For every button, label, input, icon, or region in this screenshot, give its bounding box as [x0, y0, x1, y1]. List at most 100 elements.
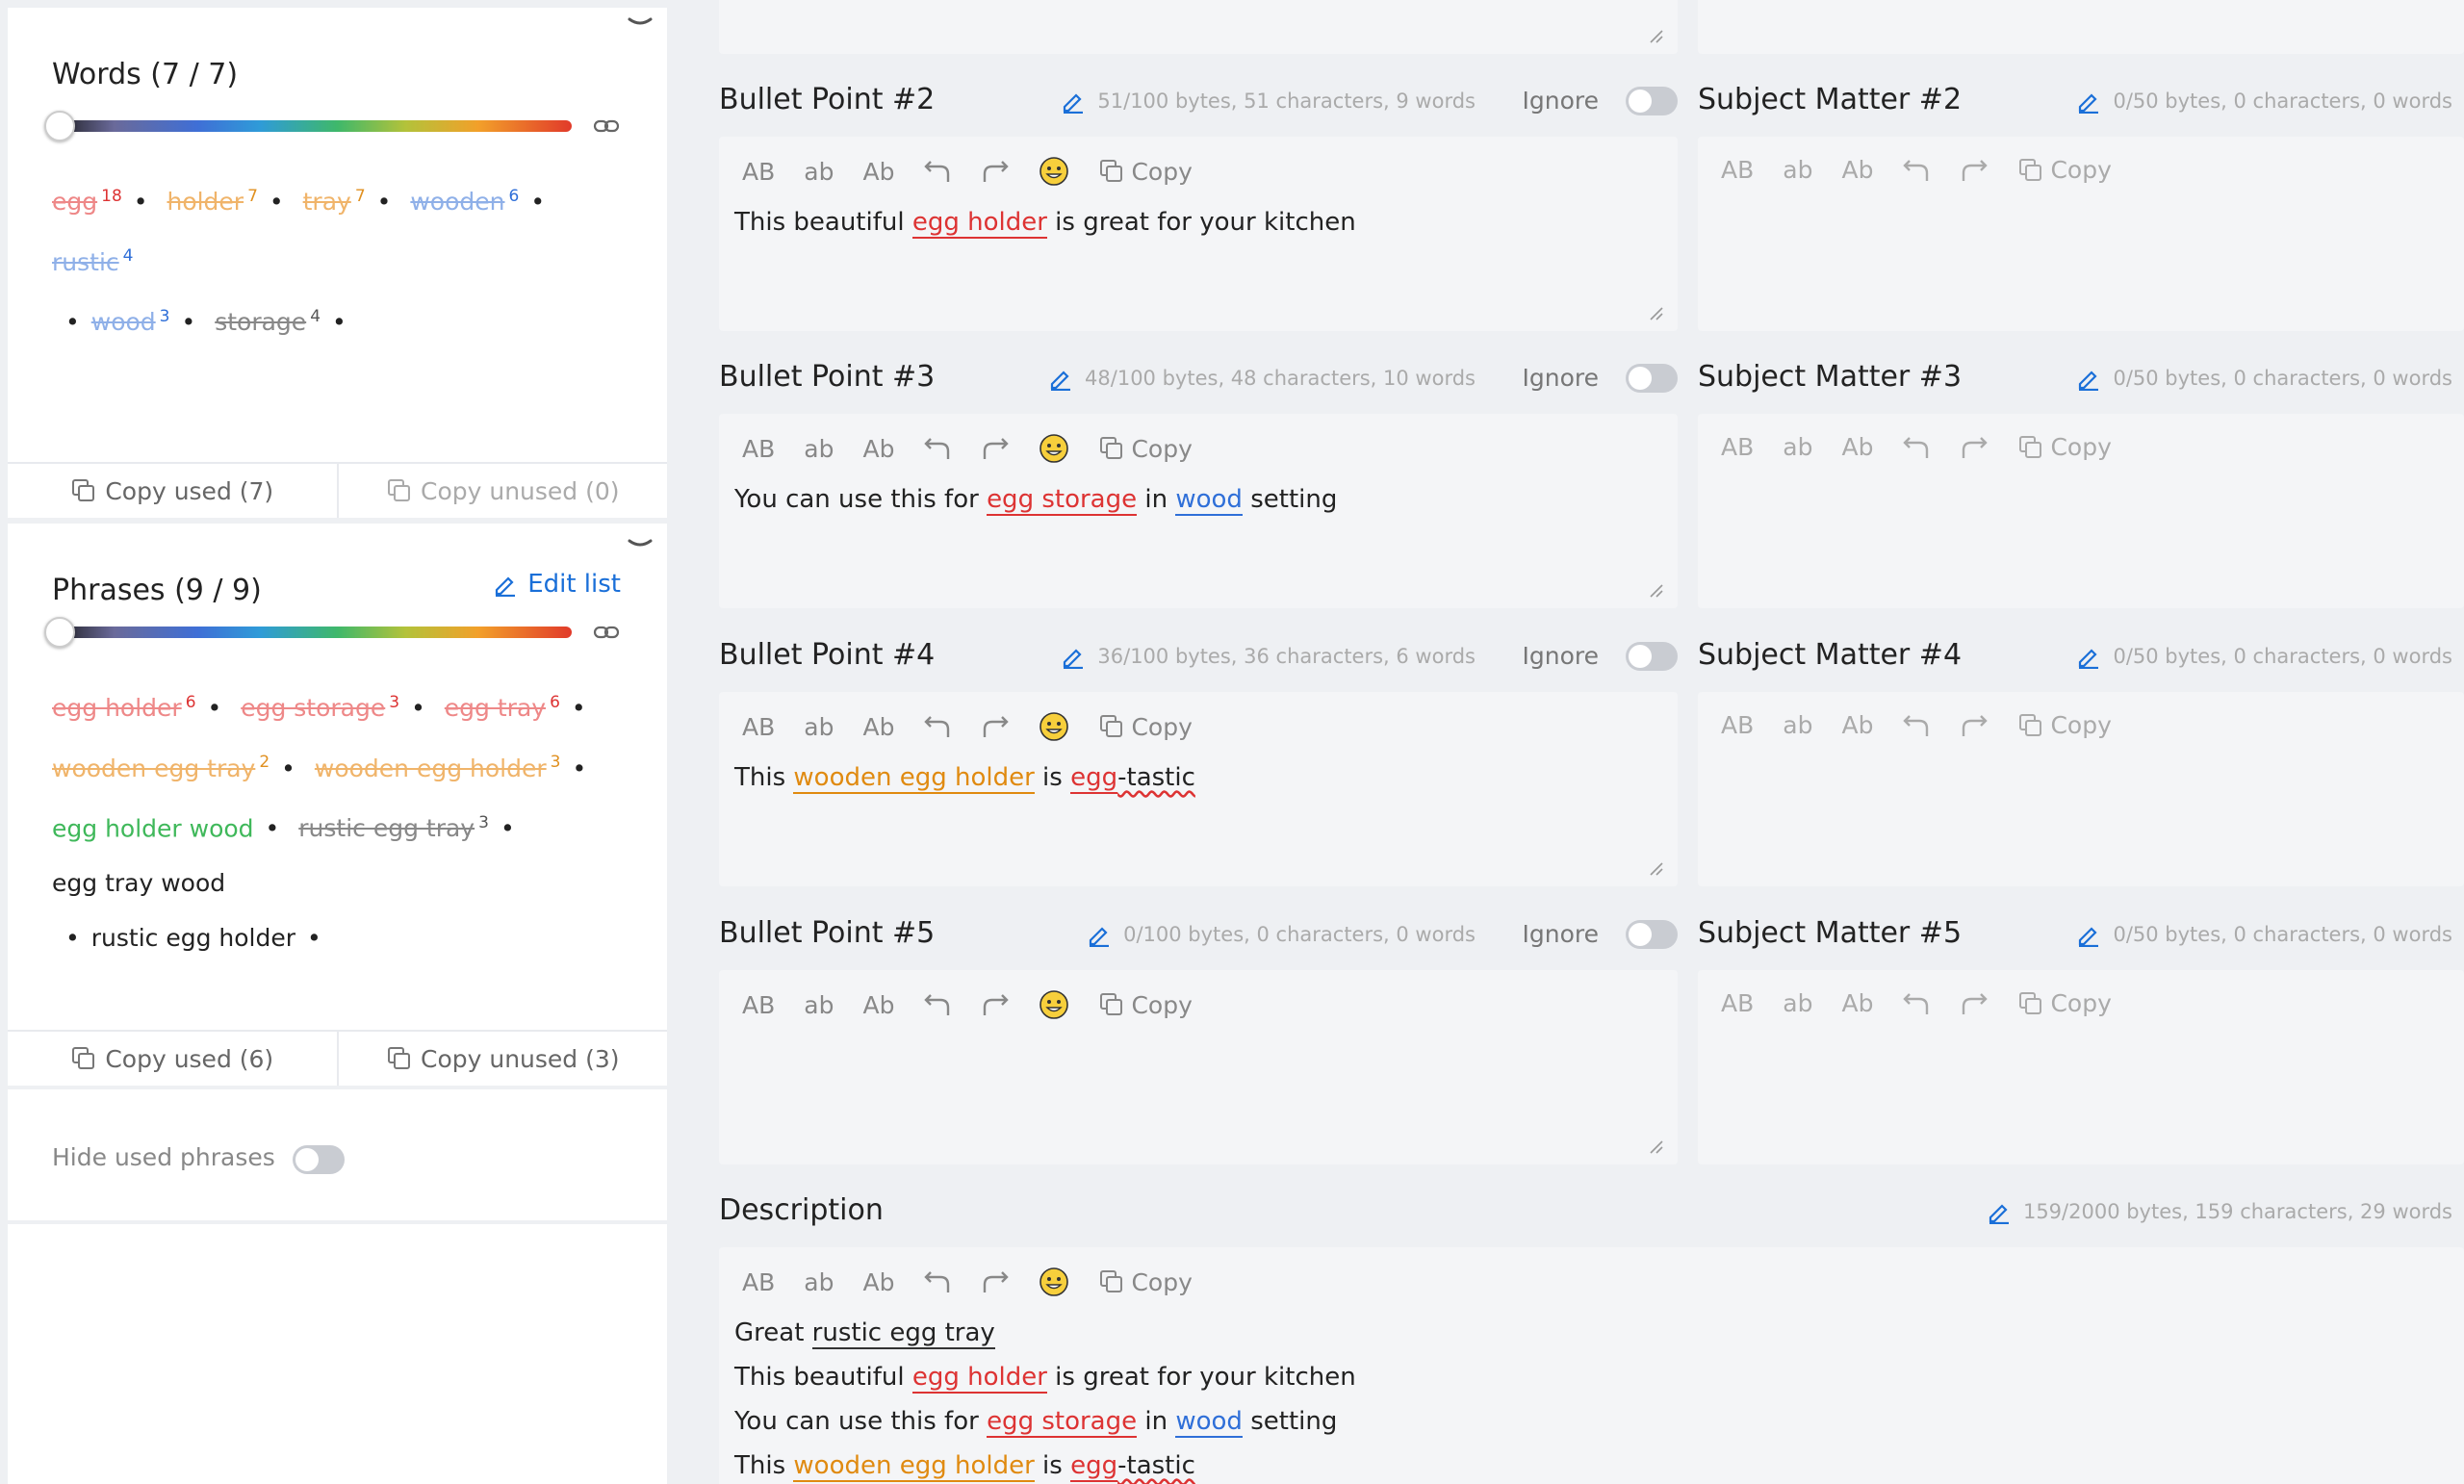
undo-icon[interactable]: [1902, 435, 1931, 460]
emoji-icon[interactable]: [1039, 989, 1069, 1020]
pencil-icon[interactable]: [1087, 922, 1112, 947]
undo-icon[interactable]: [923, 992, 952, 1017]
phrase-tag[interactable]: egg tray 6: [445, 693, 560, 722]
redo-icon[interactable]: [1960, 158, 1989, 183]
titlecase-button[interactable]: Ab: [1841, 433, 1873, 461]
copy-text-button[interactable]: Copy: [1098, 713, 1193, 741]
resize-handle-icon[interactable]: [1647, 581, 1664, 599]
titlecase-button[interactable]: Ab: [862, 435, 894, 463]
chevron-down-icon[interactable]: [627, 533, 654, 552]
undo-icon[interactable]: [1902, 991, 1931, 1016]
lowercase-button[interactable]: ab: [804, 435, 834, 463]
pencil-icon[interactable]: [1061, 89, 1086, 114]
undo-icon[interactable]: [923, 714, 952, 739]
undo-icon[interactable]: [923, 1269, 952, 1294]
word-tag[interactable]: wooden 6: [410, 187, 519, 216]
word-tag[interactable]: storage 4: [215, 307, 321, 336]
copy-text-button[interactable]: Copy: [2017, 433, 2112, 461]
redo-icon[interactable]: [1960, 991, 1989, 1016]
copy-text-button[interactable]: Copy: [1098, 991, 1193, 1019]
subject-matter-2-textarea[interactable]: AB ab Ab Copy: [1698, 137, 2464, 331]
copy-text-button[interactable]: Copy: [2017, 711, 2112, 739]
undo-icon[interactable]: [923, 436, 952, 461]
uppercase-button[interactable]: AB: [1721, 433, 1754, 461]
bullet-point-3-textarea[interactable]: AB ab Ab Copy You can use this for egg s…: [719, 414, 1678, 608]
emoji-icon[interactable]: [1039, 711, 1069, 742]
edit-list-button[interactable]: Edit list: [493, 570, 621, 599]
lowercase-button[interactable]: ab: [1783, 989, 1812, 1017]
pencil-icon[interactable]: [2076, 922, 2101, 947]
subject-matter-3-textarea[interactable]: AB ab Ab Copy: [1698, 414, 2464, 608]
bullet-point-4-textarea[interactable]: AB ab Ab Copy This wooden egg holder is …: [719, 692, 1678, 886]
word-tag[interactable]: egg 18: [52, 187, 122, 216]
uppercase-button[interactable]: AB: [742, 991, 775, 1019]
ignore-toggle[interactable]: [1626, 920, 1678, 949]
bullet-point-4-text[interactable]: This wooden egg holder is egg-tastic: [734, 755, 1195, 800]
copy-text-button[interactable]: Copy: [1098, 435, 1193, 463]
lowercase-button[interactable]: ab: [804, 1268, 834, 1296]
redo-icon[interactable]: [981, 992, 1010, 1017]
uppercase-button[interactable]: AB: [742, 158, 775, 186]
undo-icon[interactable]: [1902, 713, 1931, 738]
uppercase-button[interactable]: AB: [1721, 711, 1754, 739]
uppercase-button[interactable]: AB: [742, 1268, 775, 1296]
redo-icon[interactable]: [1960, 713, 1989, 738]
copy-text-button[interactable]: Copy: [1098, 158, 1193, 186]
pencil-icon[interactable]: [1061, 644, 1086, 669]
phrase-tag[interactable]: rustic egg holder: [91, 924, 295, 952]
words-frequency-slider[interactable]: [44, 111, 572, 141]
titlecase-button[interactable]: Ab: [1841, 711, 1873, 739]
phrase-tag[interactable]: egg holder 6: [52, 693, 196, 722]
copy-used-phrases-button[interactable]: Copy used (6): [8, 1032, 337, 1086]
phrase-tag[interactable]: egg holder wood: [52, 814, 254, 842]
titlecase-button[interactable]: Ab: [1841, 989, 1873, 1017]
resize-handle-icon[interactable]: [1647, 27, 1664, 44]
ignore-toggle[interactable]: [1626, 87, 1678, 115]
chevron-down-icon[interactable]: [627, 12, 654, 31]
word-tag[interactable]: tray 7: [303, 187, 366, 216]
phrase-tag[interactable]: egg tray wood: [52, 869, 225, 897]
resize-handle-icon[interactable]: [1647, 1138, 1664, 1155]
word-tag[interactable]: rustic 4: [52, 246, 133, 275]
emoji-icon[interactable]: [1039, 433, 1069, 464]
subject-matter-1-textarea[interactable]: [1698, 0, 2464, 54]
phrases-frequency-slider[interactable]: [44, 617, 572, 648]
undo-icon[interactable]: [923, 159, 952, 184]
hide-used-toggle[interactable]: [293, 1145, 345, 1174]
description-textarea[interactable]: AB ab Ab Copy Great rustic egg tray This…: [719, 1247, 2464, 1484]
subject-matter-4-textarea[interactable]: AB ab Ab Copy: [1698, 692, 2464, 886]
lowercase-button[interactable]: ab: [1783, 156, 1812, 184]
redo-icon[interactable]: [981, 436, 1010, 461]
word-tag[interactable]: holder 7: [167, 187, 257, 216]
resize-handle-icon[interactable]: [1647, 859, 1664, 877]
ignore-toggle[interactable]: [1626, 364, 1678, 393]
slider-handle[interactable]: [44, 111, 75, 141]
lowercase-button[interactable]: ab: [1783, 433, 1812, 461]
pencil-icon[interactable]: [2076, 644, 2101, 669]
redo-icon[interactable]: [981, 1269, 1010, 1294]
ignore-toggle[interactable]: [1626, 642, 1678, 671]
titlecase-button[interactable]: Ab: [862, 1268, 894, 1296]
phrase-tag[interactable]: rustic egg tray 3: [298, 813, 489, 842]
titlecase-button[interactable]: Ab: [862, 713, 894, 741]
titlecase-button[interactable]: Ab: [1841, 156, 1873, 184]
undo-icon[interactable]: [1902, 158, 1931, 183]
titlecase-button[interactable]: Ab: [862, 991, 894, 1019]
bullet-point-1-textarea[interactable]: [719, 0, 1678, 54]
phrase-tag[interactable]: wooden egg tray 2: [52, 753, 270, 781]
lowercase-button[interactable]: ab: [804, 713, 834, 741]
copy-text-button[interactable]: Copy: [1098, 1268, 1193, 1296]
uppercase-button[interactable]: AB: [742, 713, 775, 741]
pencil-icon[interactable]: [2076, 366, 2101, 391]
description-text[interactable]: Great rustic egg tray This beautiful egg…: [734, 1311, 1356, 1484]
link-icon[interactable]: [592, 618, 621, 647]
resize-handle-icon[interactable]: [1647, 304, 1664, 321]
word-tag[interactable]: wood 3: [91, 307, 170, 336]
phrase-tag[interactable]: egg storage 3: [241, 693, 399, 722]
lowercase-button[interactable]: ab: [804, 158, 834, 186]
redo-icon[interactable]: [1960, 435, 1989, 460]
pencil-icon[interactable]: [2076, 89, 2101, 114]
emoji-icon[interactable]: [1039, 1267, 1069, 1297]
redo-icon[interactable]: [981, 159, 1010, 184]
copy-unused-phrases-button[interactable]: Copy unused (3): [336, 1032, 668, 1086]
